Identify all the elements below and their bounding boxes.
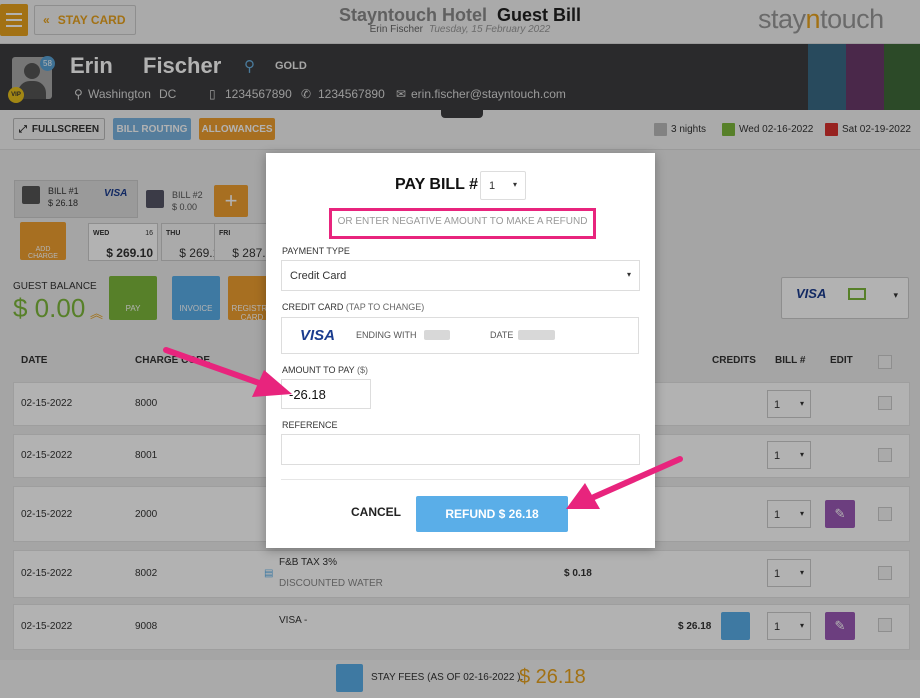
reference-input[interactable] xyxy=(281,434,640,465)
cancel-button[interactable]: CANCEL xyxy=(340,505,412,519)
masked-card-number xyxy=(424,330,450,340)
masked-expiry-date xyxy=(518,330,555,340)
reference-label: REFERENCE xyxy=(282,420,338,430)
dialog-title: PAY BILL # xyxy=(395,176,478,193)
bill-number-select[interactable]: 1 xyxy=(480,171,526,200)
ending-with-label: ENDING WITH xyxy=(356,330,417,340)
credit-card-label: CREDIT CARD (TAP TO CHANGE) xyxy=(282,302,425,312)
visa-logo: VISA xyxy=(300,327,336,344)
amount-to-pay-label: AMOUNT TO PAY ($) xyxy=(282,365,369,375)
payment-type-select[interactable]: Credit Card xyxy=(281,260,640,291)
dialog-divider xyxy=(281,479,640,480)
refund-hint: OR ENTER NEGATIVE AMOUNT TO MAKE A REFUN… xyxy=(337,216,588,227)
amount-input[interactable]: -26.18 xyxy=(281,379,371,409)
refund-button[interactable]: REFUND $ 26.18 xyxy=(416,496,568,532)
payment-type-label: PAYMENT TYPE xyxy=(282,246,350,256)
expiry-date-label: DATE xyxy=(490,330,514,340)
